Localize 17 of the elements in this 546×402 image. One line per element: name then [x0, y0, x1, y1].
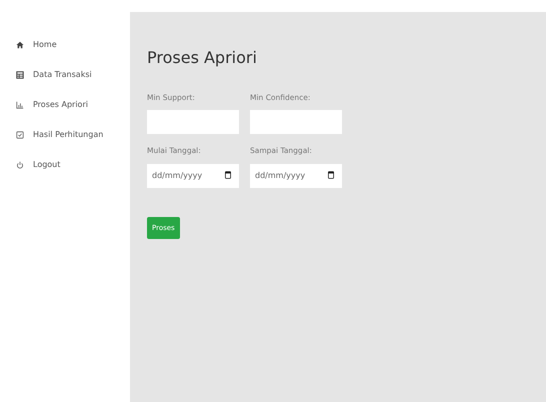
checkbox-icon	[16, 130, 24, 138]
sidebar-item[interactable]: Proses Apriori	[16, 100, 130, 109]
input-field[interactable]	[147, 110, 239, 134]
sidebar-item[interactable]: Hasil Perhitungan	[16, 130, 130, 139]
bar-chart-icon	[16, 100, 24, 108]
sidebar-item[interactable]: Home	[16, 40, 130, 49]
input-field[interactable]	[250, 110, 342, 134]
table-icon	[16, 70, 24, 78]
page-title: Proses Apriori	[147, 48, 258, 67]
date-field[interactable]: dd/mm/yyyy	[250, 164, 342, 188]
power-icon	[16, 160, 24, 168]
calendar-icon	[225, 171, 231, 179]
sidebar-item[interactable]: Logout	[16, 160, 130, 169]
sidebar-item[interactable]: Data Transaksi	[16, 70, 130, 79]
home-icon	[16, 40, 24, 48]
calendar-icon	[328, 171, 334, 179]
date-field[interactable]: dd/mm/yyyy	[147, 164, 239, 188]
